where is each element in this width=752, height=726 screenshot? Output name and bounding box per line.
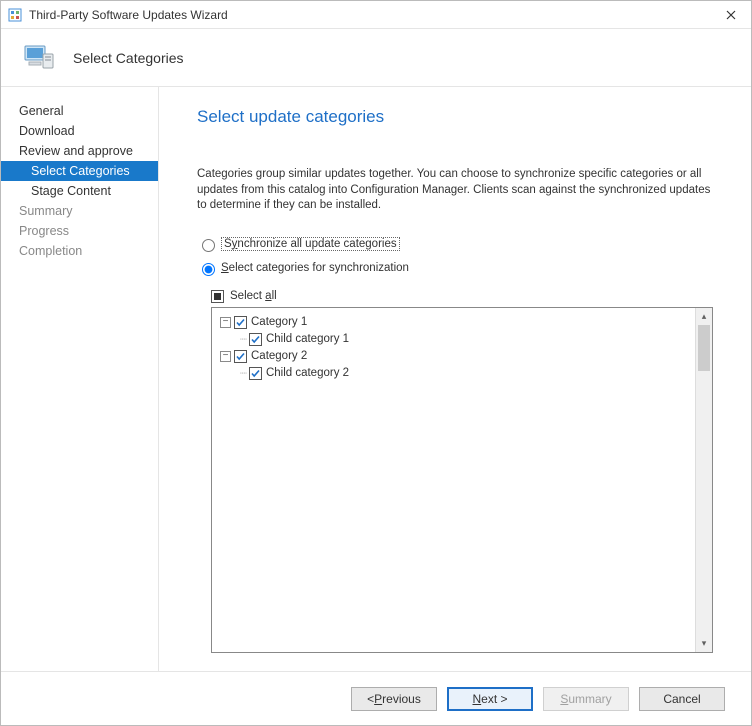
radio-select-categories-input[interactable] [202,263,215,276]
checkbox-icon[interactable] [249,367,262,380]
tree-content: − Category 1 ┈ Child category 1 [212,308,695,652]
sidebar-item-completion[interactable]: Completion [1,241,158,261]
tri-state-checkbox-icon [211,290,224,303]
app-icon [7,7,23,23]
summary-button: Summary [543,687,629,711]
select-all-checkbox[interactable]: Select all [211,290,713,303]
tree-label: Child category 2 [266,367,349,379]
tree-node-child-1[interactable]: ┈ Child category 1 [220,331,687,348]
cancel-button[interactable]: Cancel [639,687,725,711]
tree-node-child-2[interactable]: ┈ Child category 2 [220,365,687,382]
wizard-body: General Download Review and approve Sele… [1,87,751,671]
previous-button[interactable]: < Previous [351,687,437,711]
sidebar-item-stage-content[interactable]: Stage Content [1,181,158,201]
tree-node-category-1[interactable]: − Category 1 [220,314,687,331]
tree-label: Category 2 [251,350,307,362]
radio-select-categories[interactable]: Select categories for synchronization [197,260,713,276]
radio-sync-all[interactable]: Synchronize all update categories [197,236,713,252]
scroll-track[interactable] [696,325,712,635]
sidebar-item-select-categories[interactable]: Select Categories [1,161,158,181]
sidebar-item-review[interactable]: Review and approve [1,141,158,161]
page-heading: Select update categories [197,107,713,127]
sidebar: General Download Review and approve Sele… [1,87,159,671]
sidebar-item-download[interactable]: Download [1,121,158,141]
checkbox-icon[interactable] [234,316,247,329]
content-pane: Select update categories Categories grou… [159,87,751,671]
close-button[interactable] [711,1,751,29]
titlebar: Third-Party Software Updates Wizard [1,1,751,29]
next-button[interactable]: Next > [447,687,533,711]
tree-label: Child category 1 [266,333,349,345]
wizard-window: Third-Party Software Updates Wizard Sele… [0,0,752,726]
tree-node-category-2[interactable]: − Category 2 [220,348,687,365]
checkbox-icon[interactable] [234,350,247,363]
sidebar-item-progress[interactable]: Progress [1,221,158,241]
scroll-up-icon[interactable]: ▴ [696,308,712,325]
sidebar-item-summary[interactable]: Summary [1,201,158,221]
window-title: Third-Party Software Updates Wizard [29,8,711,22]
collapse-icon[interactable]: − [220,317,231,328]
category-tree: − Category 1 ┈ Child category 1 [211,307,713,653]
sidebar-item-general[interactable]: General [1,101,158,121]
radio-sync-all-input[interactable] [202,239,215,252]
tree-label: Category 1 [251,316,307,328]
scrollbar[interactable]: ▴ ▾ [695,308,712,652]
scroll-down-icon[interactable]: ▾ [696,635,712,652]
step-title: Select Categories [73,50,184,66]
page-description: Categories group similar updates togethe… [197,167,713,214]
tree-connector-icon: ┈ [240,366,246,380]
checkbox-icon[interactable] [249,333,262,346]
wizard-footer: < Previous Next > Summary Cancel [1,671,751,725]
wizard-header: Select Categories [1,29,751,87]
tree-connector-icon: ┈ [240,332,246,346]
collapse-icon[interactable]: − [220,351,231,362]
scroll-thumb[interactable] [698,325,710,371]
wizard-icon [19,38,59,78]
